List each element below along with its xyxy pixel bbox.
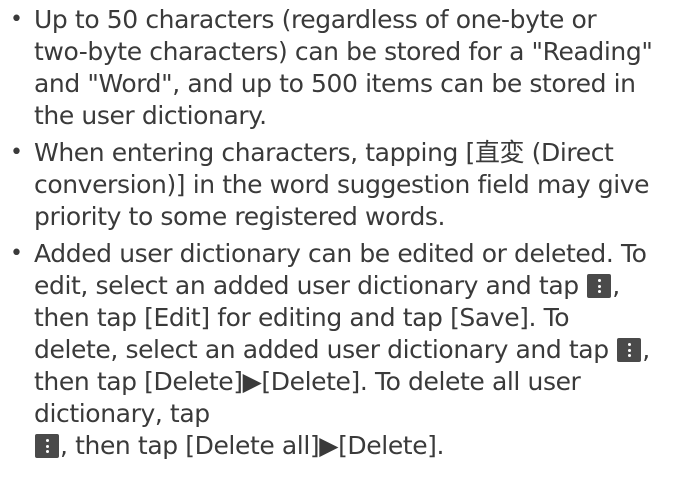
bullet-glyph: •	[10, 241, 23, 266]
list-item-text-part: Added user dictionary can be edited or d…	[34, 239, 647, 300]
list-item-text: Up to 50 characters (regardless of one-b…	[34, 5, 653, 130]
bullet-glyph: •	[10, 140, 23, 165]
list-item-text-part: , then tap [Delete all]▶[Delete].	[60, 431, 445, 460]
list-item: • Up to 50 characters (regardless of one…	[6, 4, 653, 132]
list-item: • When entering characters, tapping [直変 …	[6, 137, 653, 233]
bullet-glyph: •	[10, 7, 23, 32]
list-item: • Added user dictionary can be edited or…	[6, 238, 653, 462]
list-item-text: When entering characters, tapping [直変 (D…	[34, 138, 650, 231]
menu-icon	[587, 274, 612, 298]
document-body: • Up to 50 characters (regardless of one…	[0, 0, 681, 488]
menu-icon	[617, 338, 642, 362]
bullet-list: • Up to 50 characters (regardless of one…	[6, 4, 653, 462]
menu-icon	[35, 434, 59, 458]
